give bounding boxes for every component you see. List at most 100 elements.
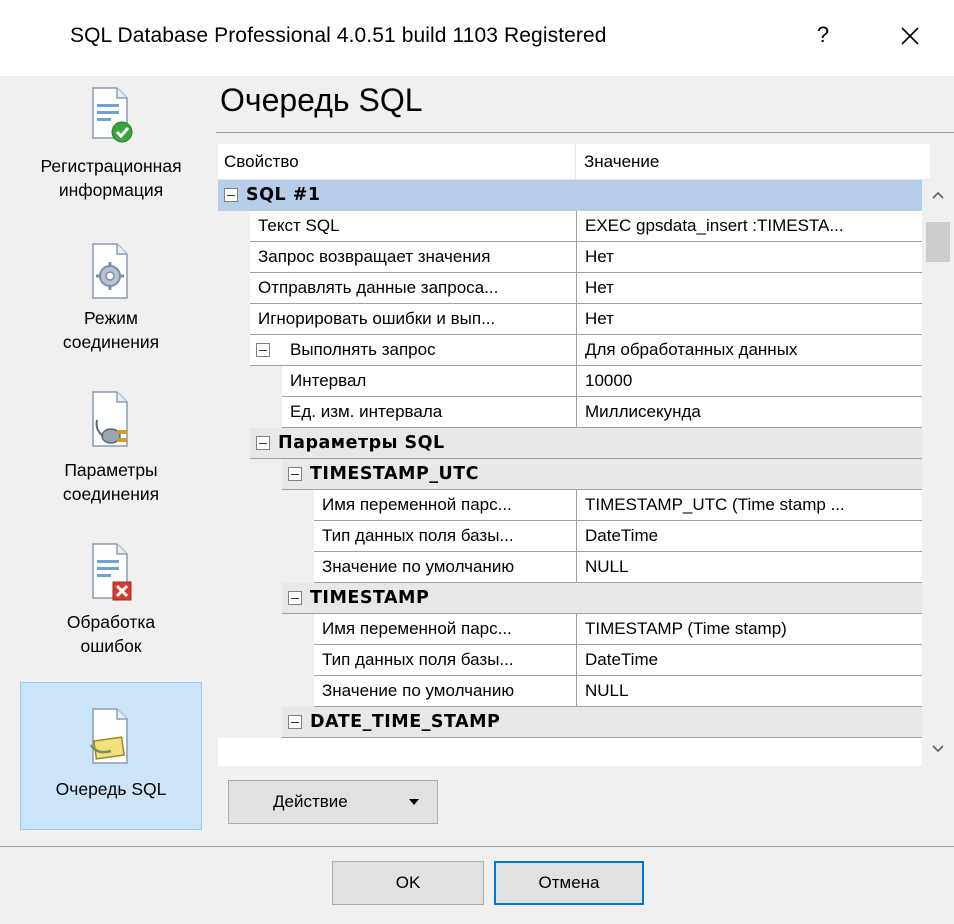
collapse-icon[interactable]: [288, 591, 302, 605]
close-button[interactable]: [890, 16, 930, 56]
title-divider: [216, 132, 954, 133]
dialog-body: Регистрационная информация Режим соедине…: [0, 76, 954, 846]
grid-property-row[interactable]: Игнорировать ошибки и вып... Нет: [218, 304, 930, 335]
action-dropdown-button[interactable]: Действие: [228, 780, 438, 824]
ok-button[interactable]: OK: [332, 861, 484, 905]
grid-property-value[interactable]: Нет: [576, 273, 930, 304]
grid-property-row[interactable]: Значение по умолчанию NULL: [218, 552, 930, 583]
footer: OK Отмена: [0, 847, 954, 924]
scroll-thumb[interactable]: [926, 222, 950, 262]
grid-category-label: TIMESTAMP: [310, 588, 430, 608]
grid-category-row[interactable]: TIMESTAMP_UTC: [218, 459, 930, 490]
grid-property-row[interactable]: Текст SQL EXEC gpsdata_insert :TIMESTA...: [218, 211, 930, 242]
nav-item-label: Режим: [84, 308, 138, 328]
grid-property-name-text: Отправлять данные запроса...: [258, 278, 499, 297]
nav-item-label: соединения: [62, 484, 160, 504]
grid-property-row[interactable]: Имя переменной парс... TIMESTAMP (Time st…: [218, 614, 930, 645]
grid-property-value[interactable]: DateTime: [576, 521, 930, 552]
grid-property-value[interactable]: Миллисекунда: [576, 397, 930, 428]
grid-property-name: Запрос возвращает значения: [250, 242, 576, 273]
grid-property-name: Имя переменной парс...: [314, 490, 576, 521]
grid-property-value[interactable]: NULL: [576, 552, 930, 583]
nav-item-sql-queue[interactable]: Очередь SQL: [20, 682, 202, 830]
grid-property-row[interactable]: Тип данных поля базы... DateTime: [218, 645, 930, 676]
grid-property-row[interactable]: Запрос возвращает значения Нет: [218, 242, 930, 273]
grid-property-row[interactable]: Значение по умолчанию NULL: [218, 676, 930, 707]
grid-property-row[interactable]: Имя переменной парс... TIMESTAMP_UTC (Tim…: [218, 490, 930, 521]
grid-property-value[interactable]: DateTime: [576, 645, 930, 676]
grid-property-value[interactable]: 10000: [576, 366, 930, 397]
grid-property-value[interactable]: Для обработанных данных: [576, 335, 930, 366]
grid-property-row[interactable]: Ед. изм. интервала Миллисекунда: [218, 397, 930, 428]
document-gear-icon: [92, 243, 128, 299]
column-header-property[interactable]: Свойство: [224, 152, 299, 172]
grid-indent: [218, 676, 314, 707]
collapse-icon[interactable]: [256, 436, 270, 450]
grid-category-row[interactable]: Параметры SQL: [218, 428, 930, 459]
column-separator[interactable]: [575, 144, 576, 180]
grid-property-name: Ед. изм. интервала: [282, 397, 576, 428]
grid-indent: [218, 707, 282, 738]
grid-category-row[interactable]: SQL #1: [218, 180, 930, 211]
column-header-value[interactable]: Значение: [584, 152, 659, 172]
dropdown-arrow-icon: [409, 799, 419, 805]
grid-property-name-text: Тип данных поля базы...: [322, 526, 514, 545]
grid-indent: [218, 645, 314, 676]
grid-property-name: Выполнять запрос: [250, 335, 576, 366]
nav-item-label: Параметры: [64, 460, 158, 480]
grid-property-name-text: Значение по умолчанию: [322, 681, 515, 700]
grid-indent: [218, 490, 314, 521]
grid-property-value[interactable]: EXEC gpsdata_insert :TIMESTA...: [576, 211, 930, 242]
grid-property-name: Значение по умолчанию: [314, 552, 576, 583]
grid-category-row[interactable]: TIMESTAMP: [218, 583, 930, 614]
chevron-down-icon: [932, 745, 944, 753]
grid-property-value[interactable]: NULL: [576, 676, 930, 707]
collapse-icon[interactable]: [288, 467, 302, 481]
grid-property-value[interactable]: Нет: [576, 242, 930, 273]
grid-category-row[interactable]: DATE_TIME_STAMP: [218, 707, 930, 738]
nav-item-label: соединения: [62, 332, 160, 352]
nav-item-label: Обработка: [66, 612, 156, 632]
document-queue-icon: [89, 708, 128, 764]
nav-item-connection-mode[interactable]: Режим соединения: [20, 238, 202, 358]
grid-property-name: Тип данных поля базы...: [314, 645, 576, 676]
action-button-label: Действие: [273, 792, 348, 811]
nav-item-registration[interactable]: Регистрационная информация: [20, 80, 202, 208]
grid-property-value[interactable]: TIMESTAMP_UTC (Time stamp ...: [576, 490, 930, 521]
vertical-scrollbar[interactable]: [922, 180, 954, 766]
grid-property-row[interactable]: Интервал 10000: [218, 366, 930, 397]
scroll-up-button[interactable]: [922, 180, 954, 210]
window-title: SQL Database Professional 4.0.51 build 1…: [70, 24, 607, 47]
grid-property-row[interactable]: Отправлять данные запроса... Нет: [218, 273, 930, 304]
grid-indent: [218, 614, 314, 645]
grid-property-name-text: Запрос возвращает значения: [258, 247, 491, 266]
collapse-icon[interactable]: [288, 715, 302, 729]
grid-property-value[interactable]: Нет: [576, 304, 930, 335]
grid-property-name: Игнорировать ошибки и вып...: [250, 304, 576, 335]
grid-property-row[interactable]: Выполнять запрос Для обработанных данных: [218, 335, 930, 366]
grid-property-name-text: Игнорировать ошибки и вып...: [258, 309, 496, 328]
nav-item-connection-params[interactable]: Параметры соединения: [20, 386, 202, 516]
property-grid[interactable]: Свойство Значение SQL #1 Текст SQL EXEC gp…: [218, 144, 930, 766]
nav-item-label: информация: [58, 180, 164, 200]
grid-property-row[interactable]: Тип данных поля базы... DateTime: [218, 521, 930, 552]
content-panel: Очередь SQL Свойство Значение SQL #1 Текс…: [210, 76, 954, 846]
close-icon: [901, 27, 919, 45]
grid-category-label: TIMESTAMP_UTC: [310, 464, 480, 484]
grid-indent: [218, 428, 250, 459]
grid-indent: [218, 583, 282, 614]
grid-indent: [218, 459, 282, 490]
collapse-icon[interactable]: [224, 188, 238, 202]
grid-property-value[interactable]: TIMESTAMP (Time stamp): [576, 614, 930, 645]
grid-indent: [218, 211, 250, 242]
cancel-button[interactable]: Отмена: [494, 861, 644, 905]
nav-item-error-handling[interactable]: Обработка ошибок: [20, 538, 202, 668]
chevron-up-icon: [932, 191, 944, 199]
scroll-down-button[interactable]: [922, 734, 954, 764]
help-button[interactable]: ?: [808, 18, 838, 52]
grid-property-name-text: Интервал: [290, 371, 367, 390]
collapse-icon[interactable]: [256, 343, 270, 357]
nav-item-label: Регистрационная: [40, 156, 182, 176]
grid-indent: [218, 304, 250, 335]
document-plug-icon: [92, 391, 128, 447]
